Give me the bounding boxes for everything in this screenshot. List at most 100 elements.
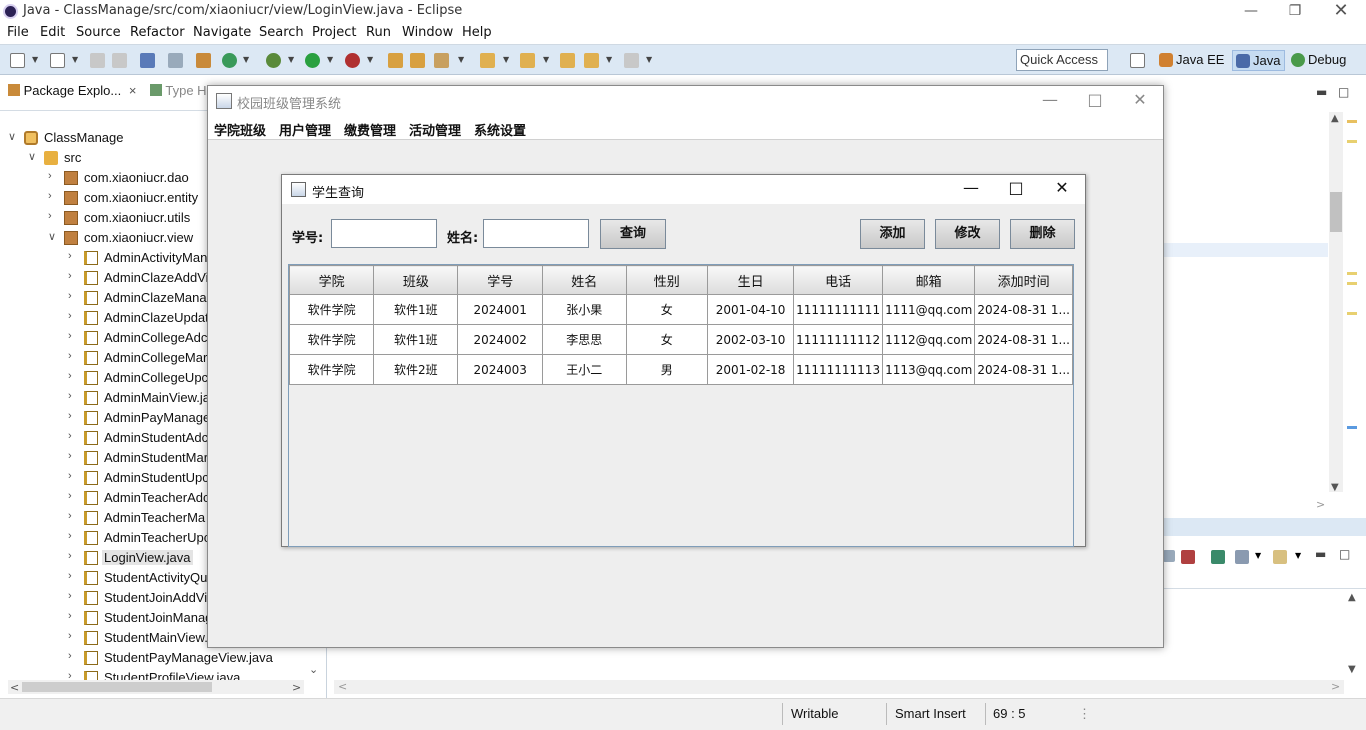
chevron-down-icon[interactable]: ▼ bbox=[543, 55, 549, 64]
query-button[interactable]: 查询 bbox=[600, 219, 666, 249]
close-tab-icon[interactable]: × bbox=[129, 83, 137, 98]
chevron-right-icon[interactable]: › bbox=[68, 590, 80, 602]
minimize-icon[interactable]: — bbox=[1228, 0, 1274, 24]
scroll-right-icon[interactable]: > bbox=[292, 681, 301, 694]
run-icon[interactable] bbox=[305, 53, 320, 68]
chevron-down-icon[interactable]: ▼ bbox=[503, 55, 509, 64]
scroll-left-icon[interactable]: < bbox=[10, 681, 19, 694]
scroll-down-icon[interactable]: ▼ bbox=[1348, 664, 1356, 675]
table-cell[interactable]: 女 bbox=[625, 324, 709, 355]
table-cell[interactable]: 1113@qq.com bbox=[882, 354, 976, 385]
chevron-right-icon[interactable]: › bbox=[48, 210, 60, 222]
table-cell[interactable]: 2001-04-10 bbox=[707, 294, 795, 325]
forward-icon[interactable] bbox=[624, 53, 639, 68]
debug-icon[interactable] bbox=[266, 53, 281, 68]
chevron-right-icon[interactable]: › bbox=[68, 630, 80, 642]
chevron-right-icon[interactable]: › bbox=[68, 310, 80, 322]
chevron-down-icon[interactable]: ▼ bbox=[606, 55, 612, 64]
menu-run[interactable]: Run bbox=[366, 25, 391, 40]
scroll-left-icon[interactable]: < bbox=[338, 680, 347, 693]
column-header[interactable]: 性别 bbox=[625, 265, 709, 295]
table-cell[interactable]: 1111@qq.com bbox=[882, 294, 976, 325]
table-cell[interactable]: 软件学院 bbox=[288, 354, 375, 385]
chevron-right-icon[interactable]: › bbox=[68, 470, 80, 482]
tab-package-explorer[interactable]: Package Explo... × bbox=[8, 83, 136, 98]
column-header[interactable]: 添加时间 bbox=[974, 265, 1073, 295]
menu-activity-management[interactable]: 活动管理 bbox=[409, 120, 461, 139]
table-cell[interactable]: 1112@qq.com bbox=[882, 324, 976, 355]
scroll-up-icon[interactable]: ▲ bbox=[1331, 113, 1339, 124]
chevron-down-icon[interactable]: ▼ bbox=[646, 55, 652, 64]
menu-help[interactable]: Help bbox=[462, 25, 492, 40]
menu-file[interactable]: File bbox=[7, 25, 29, 40]
column-header[interactable]: 姓名 bbox=[542, 265, 627, 295]
menu-window[interactable]: Window bbox=[402, 25, 453, 40]
menu-system-settings[interactable]: 系统设置 bbox=[474, 120, 526, 139]
menu-source[interactable]: Source bbox=[76, 25, 121, 40]
chevron-right-icon[interactable]: › bbox=[68, 650, 80, 662]
table-cell[interactable]: 软件2班 bbox=[373, 354, 459, 385]
add-button[interactable]: 添加 bbox=[860, 219, 925, 249]
table-cell[interactable]: 2002-03-10 bbox=[707, 324, 795, 355]
table-cell[interactable]: 2024003 bbox=[457, 354, 544, 385]
prev-annotation-icon[interactable] bbox=[520, 53, 535, 68]
chevron-down-icon[interactable]: ▼ bbox=[243, 55, 249, 64]
close-icon[interactable]: ✕ bbox=[1042, 178, 1082, 197]
student-no-input[interactable] bbox=[331, 219, 437, 248]
table-cell[interactable]: 软件1班 bbox=[373, 294, 459, 325]
maximize-view-icon[interactable]: □ bbox=[1338, 85, 1349, 99]
quick-access-input[interactable]: Quick Access bbox=[1016, 49, 1108, 71]
menu-payment-management[interactable]: 缴费管理 bbox=[344, 120, 396, 139]
table-cell[interactable]: 张小果 bbox=[542, 294, 627, 325]
scrollbar-thumb[interactable] bbox=[22, 682, 212, 692]
perspective-java[interactable]: Java bbox=[1232, 50, 1286, 71]
tab-type-hierarchy[interactable]: Type H bbox=[150, 83, 207, 98]
back-icon[interactable] bbox=[584, 53, 599, 68]
table-cell[interactable]: 软件1班 bbox=[373, 324, 459, 355]
table-cell[interactable]: 李思思 bbox=[542, 324, 627, 355]
pin-console-icon[interactable] bbox=[1211, 550, 1225, 564]
scroll-down-icon[interactable]: ⌄ bbox=[309, 663, 318, 676]
scroll-down-icon[interactable]: ▼ bbox=[1331, 482, 1339, 493]
chevron-right-icon[interactable]: › bbox=[68, 450, 80, 462]
drag-handle-icon[interactable]: ⋮ bbox=[1078, 706, 1091, 722]
last-edit-icon[interactable] bbox=[560, 53, 575, 68]
open-perspective-icon[interactable] bbox=[1130, 53, 1145, 68]
chevron-down-icon[interactable]: ▼ bbox=[32, 55, 38, 64]
chevron-right-icon[interactable]: › bbox=[68, 290, 80, 302]
chevron-right-icon[interactable]: › bbox=[48, 190, 60, 202]
table-row[interactable]: 软件学院 软件1班 2024002 李思思女 2002-03-10 11111111112… bbox=[288, 324, 1073, 355]
save-icon[interactable] bbox=[90, 53, 105, 68]
package-icon[interactable] bbox=[196, 53, 211, 68]
chevron-down-icon[interactable]: ▼ bbox=[327, 55, 333, 64]
display-console-icon[interactable] bbox=[1235, 550, 1249, 564]
scroll-right-icon[interactable]: > bbox=[1316, 498, 1325, 511]
table-cell[interactable]: 男 bbox=[625, 354, 709, 385]
chevron-right-icon[interactable]: › bbox=[68, 410, 80, 422]
edit-icon[interactable] bbox=[434, 53, 449, 68]
overview-marker[interactable] bbox=[1347, 120, 1357, 123]
perspective-debug[interactable]: Debug bbox=[1288, 50, 1350, 71]
chevron-down-icon[interactable]: ▼ bbox=[458, 55, 464, 64]
column-header[interactable]: 学号 bbox=[457, 265, 544, 295]
overview-marker[interactable] bbox=[1347, 282, 1357, 285]
chevron-down-icon[interactable]: ▼ bbox=[288, 55, 294, 64]
menu-user-management[interactable]: 用户管理 bbox=[279, 120, 331, 139]
table-row[interactable]: 软件学院 软件2班 2024003 王小二男 2001-02-18 11111111113… bbox=[288, 354, 1073, 385]
chevron-right-icon[interactable]: › bbox=[68, 250, 80, 262]
chevron-right-icon[interactable]: › bbox=[68, 490, 80, 502]
table-cell[interactable]: 11111111113 bbox=[793, 354, 884, 385]
table-cell[interactable]: 2024002 bbox=[457, 324, 544, 355]
chevron-right-icon[interactable]: › bbox=[68, 350, 80, 362]
table-cell[interactable]: 女 bbox=[625, 294, 709, 325]
console-icon[interactable] bbox=[140, 53, 155, 68]
chevron-down-icon[interactable]: ▼ bbox=[367, 55, 373, 64]
perspective-java-ee[interactable]: Java EE bbox=[1156, 50, 1228, 71]
chevron-right-icon[interactable]: › bbox=[68, 390, 80, 402]
chevron-right-icon[interactable]: › bbox=[68, 570, 80, 582]
menu-project[interactable]: Project bbox=[312, 25, 356, 40]
column-header[interactable]: 班级 bbox=[373, 265, 459, 295]
scrollbar-thumb[interactable] bbox=[1330, 192, 1342, 232]
chevron-right-icon[interactable]: › bbox=[68, 530, 80, 542]
horizontal-scrollbar[interactable] bbox=[8, 680, 304, 694]
